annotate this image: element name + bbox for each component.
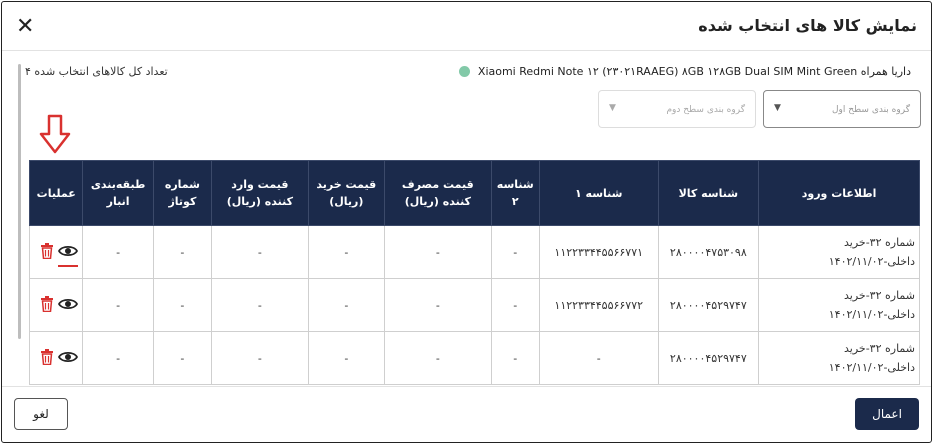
cell-warehouse: -: [82, 331, 154, 385]
cancel-button[interactable]: لغو: [14, 398, 68, 430]
cell-entry-info: شماره ۳۲-خرید داخلی-۱۴۰۲/۱۱/۰۲: [758, 331, 920, 385]
cell-importer-price: -: [211, 225, 309, 279]
col-header-warehouse: طبقه‌بندی انبار: [82, 160, 154, 226]
selected-items-table: اطلاعات ورود شناسه کالا شناسه ۱ شناسه ۲ …: [28, 160, 920, 385]
cell-importer-price: -: [211, 331, 309, 385]
col-header-id1: شناسه ۱: [538, 160, 659, 226]
dialog: نمایش کالا های انتخاب شده ✕ تعداد کل کال…: [1, 1, 932, 443]
view-eye-icon[interactable]: [57, 244, 78, 267]
close-icon[interactable]: ✕: [16, 16, 34, 38]
col-header-importer-price: قیمت وارد کننده (ریال): [211, 160, 309, 226]
cell-id1: -: [538, 331, 659, 385]
cell-sku: ۲۸۰۰۰۰۴۷۵۳۰۹۸: [657, 225, 760, 279]
cell-consumer-price: -: [384, 278, 492, 332]
cell-importer-price: -: [211, 278, 309, 332]
table-row: شماره ۳۲-خرید داخلی-۱۴۰۲/۱۱/۰۲ ۲۸۰۰۰۰۴۵۲۹…: [28, 331, 920, 385]
cell-id2: -: [490, 331, 540, 385]
delete-trash-icon[interactable]: [40, 348, 54, 368]
color-dot: [458, 66, 470, 77]
cell-warehouse: -: [82, 225, 154, 279]
col-header-id2: شناسه ۲: [490, 160, 540, 226]
cell-cottage: -: [152, 225, 213, 279]
product-summary: داریا همراه Xiaomi Redmi Note ۱۲ (۲۳۰۲۱R…: [458, 65, 911, 78]
cell-operations: [28, 331, 84, 385]
view-eye-icon[interactable]: [57, 350, 78, 367]
table-header-row: اطلاعات ورود شناسه کالا شناسه ۱ شناسه ۲ …: [28, 160, 920, 226]
cell-id1: ۱۱۲۲۳۳۴۴۵۵۶۶۷۷۱: [538, 225, 659, 279]
cell-consumer-price: -: [384, 225, 492, 279]
cell-warehouse: -: [82, 278, 154, 332]
cell-id2: -: [490, 278, 540, 332]
col-header-cottage-number: شماره کوتاژ: [152, 160, 213, 226]
apply-button[interactable]: اعمال: [855, 398, 919, 430]
cell-operations: [28, 278, 84, 332]
cell-consumer-price: -: [384, 331, 492, 385]
cell-id1: ۱۱۲۲۳۳۴۴۵۵۶۶۷۷۲: [538, 278, 659, 332]
delete-trash-icon[interactable]: [40, 242, 54, 262]
cell-cottage: -: [152, 331, 213, 385]
chevron-down-icon: ▼: [609, 103, 616, 113]
table-row: شماره ۳۲-خرید داخلی-۱۴۰۲/۱۱/۰۲ ۲۸۰۰۰۰۴۵۲۹…: [28, 278, 920, 332]
delete-trash-icon[interactable]: [40, 295, 54, 315]
chevron-down-icon: ▼: [774, 103, 781, 113]
product-name: داریا همراه Xiaomi Redmi Note ۱۲ (۲۳۰۲۱R…: [477, 65, 911, 78]
scrollbar[interactable]: [18, 64, 21, 339]
selected-count: تعداد کل کالاهای انتخاب شده ۴: [25, 65, 168, 78]
annotation-arrow-icon: [39, 114, 71, 154]
col-header-entry-info: اطلاعات ورود: [758, 160, 920, 226]
col-header-consumer-price: قیمت مصرف کننده (ریال): [384, 160, 492, 226]
col-header-operations: عملیات: [28, 160, 84, 226]
cell-purchase-price: -: [307, 278, 386, 332]
cell-purchase-price: -: [307, 225, 386, 279]
cell-sku: ۲۸۰۰۰۰۴۵۲۹۷۴۷: [657, 278, 760, 332]
footer-divider: [2, 386, 931, 387]
table-row: شماره ۳۲-خرید داخلی-۱۴۰۲/۱۱/۰۲ ۲۸۰۰۰۰۴۷۵۳…: [28, 225, 920, 279]
cell-id2: -: [490, 225, 540, 279]
group-level-1-select[interactable]: گروه بندی سطح اول ▼: [763, 90, 921, 128]
cell-operations: [28, 225, 84, 279]
cell-purchase-price: -: [307, 331, 386, 385]
header-divider: [2, 50, 931, 51]
group-level-1-placeholder: گروه بندی سطح اول: [831, 105, 910, 115]
group-level-2-select[interactable]: گروه بندی سطح دوم ▼: [598, 90, 756, 128]
view-eye-icon[interactable]: [57, 297, 78, 314]
cell-entry-info: شماره ۳۲-خرید داخلی-۱۴۰۲/۱۱/۰۲: [758, 278, 920, 332]
cell-cottage: -: [152, 278, 213, 332]
col-header-sku: شناسه کالا: [657, 160, 760, 226]
annotation-underline: [57, 264, 78, 267]
group-level-2-placeholder: گروه بندی سطح دوم: [666, 105, 745, 115]
dialog-title: نمایش کالا های انتخاب شده: [698, 16, 917, 35]
cell-sku: ۲۸۰۰۰۰۴۵۲۹۷۴۷: [657, 331, 760, 385]
col-header-purchase-price: قیمت خرید (ریال): [307, 160, 386, 226]
cell-entry-info: شماره ۳۲-خرید داخلی-۱۴۰۲/۱۱/۰۲: [758, 225, 920, 279]
